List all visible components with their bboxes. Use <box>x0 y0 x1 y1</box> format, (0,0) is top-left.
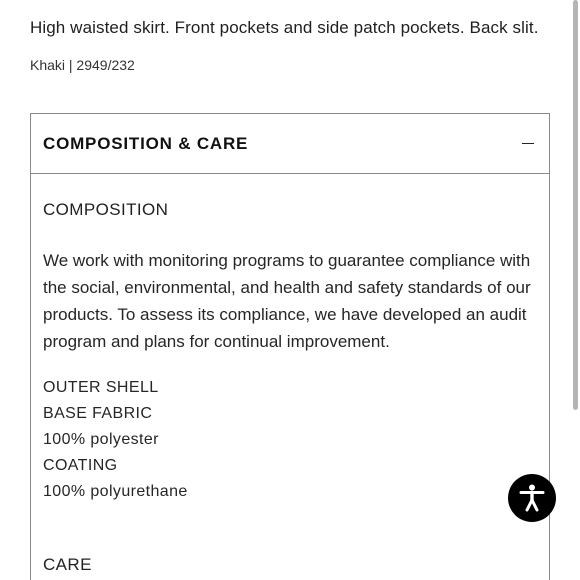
spec-polyurethane: 100% polyurethane <box>43 483 188 500</box>
composition-paragraph: We work with monitoring programs to guar… <box>43 247 543 355</box>
scrollbar[interactable] <box>573 0 578 410</box>
accessibility-icon <box>519 484 545 512</box>
composition-heading: COMPOSITION <box>43 200 169 219</box>
spec-polyester: 100% polyester <box>43 431 159 448</box>
accessibility-button[interactable] <box>508 474 556 522</box>
spec-base-fabric: BASE FABRIC <box>43 405 153 422</box>
accordion-header[interactable]: COMPOSITION & CARE <box>31 114 549 174</box>
paragraph-line: the social, environmental, and health an… <box>43 278 531 297</box>
spec-outer-shell: OUTER SHELL <box>43 379 159 396</box>
paragraph-line: products. To assess its compliance, we h… <box>43 305 527 324</box>
minus-icon[interactable] <box>522 142 534 145</box>
product-description: High waisted skirt. Front pockets and si… <box>30 18 539 37</box>
paragraph-line: program and plans for continual improvem… <box>43 332 390 351</box>
product-color-sku: Khaki | 2949/232 <box>30 57 135 73</box>
composition-care-accordion: COMPOSITION & CARE COMPOSITION We work w… <box>30 113 550 580</box>
care-heading: CARE <box>43 555 92 574</box>
spec-coating: COATING <box>43 457 118 474</box>
paragraph-line: We work with monitoring programs to guar… <box>43 251 531 270</box>
accordion-title: COMPOSITION & CARE <box>43 133 249 153</box>
